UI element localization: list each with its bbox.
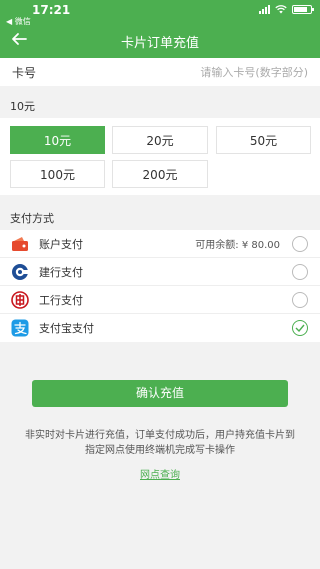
amount-option-20[interactable]: 20元 xyxy=(112,126,208,154)
amount-option-10[interactable]: 10元 xyxy=(10,126,105,154)
pay-method-label: 账户支付 xyxy=(39,237,83,251)
icbc-bank-icon xyxy=(10,290,30,310)
recharge-notice: 非实时对卡片进行充值，订单支付成功后，用户持充值卡片到指定网点使用终端机完成写卡… xyxy=(25,430,295,456)
store-lookup-link[interactable]: 网点查询 xyxy=(0,466,320,481)
top-bar: ◀ 微信 17:21 卡片订单充值 xyxy=(0,0,320,58)
payment-method-title: 支付方式 xyxy=(10,212,54,225)
card-number-label: 卡号 xyxy=(12,65,37,80)
pay-method-icbc[interactable]: 工行支付 xyxy=(0,286,320,314)
amount-option-200[interactable]: 200元 xyxy=(112,160,208,188)
battery-icon xyxy=(292,5,314,14)
amount-option-50[interactable]: 50元 xyxy=(216,126,311,154)
selected-amount-label: 10元 xyxy=(10,100,35,113)
alipay-icon xyxy=(10,318,30,338)
pay-method-alipay[interactable]: 支付宝支付 xyxy=(0,314,320,342)
available-balance: 可用余额: ¥ 80.00 xyxy=(195,240,280,251)
pay-method-account[interactable]: 账户支付 可用余额: ¥ 80.00 xyxy=(0,230,320,258)
radio-unchecked[interactable] xyxy=(292,263,308,280)
amount-option-100[interactable]: 100元 xyxy=(10,160,105,188)
radio-checked[interactable] xyxy=(292,320,308,336)
ccb-bank-icon xyxy=(10,262,30,282)
nav-row: 卡片订单充值 xyxy=(0,26,320,58)
signal-icon xyxy=(259,5,270,14)
check-icon xyxy=(295,324,305,332)
status-time: 17:21 xyxy=(32,3,71,17)
pay-method-label: 建行支付 xyxy=(39,265,83,279)
status-indicators xyxy=(259,5,314,14)
pay-method-label: 工行支付 xyxy=(39,293,83,307)
pay-method-label: 支付宝支付 xyxy=(39,322,94,335)
card-number-input[interactable] xyxy=(72,65,308,79)
confirm-recharge-button[interactable]: 确认充值 xyxy=(32,380,288,407)
amount-options: 10元 20元 50元 100元 200元 xyxy=(0,118,320,195)
wifi-icon xyxy=(275,5,287,14)
pay-method-ccb[interactable]: 建行支付 xyxy=(0,258,320,286)
payment-method-list: 账户支付 可用余额: ¥ 80.00 建行支付 工行支付 支付宝支付 xyxy=(0,230,320,342)
page-title: 卡片订单充值 xyxy=(120,36,199,51)
radio-unchecked[interactable] xyxy=(292,291,308,308)
radio-unchecked[interactable] xyxy=(292,235,308,252)
account-wallet-icon xyxy=(10,234,30,254)
status-bar: ◀ 微信 17:21 xyxy=(0,0,320,26)
card-number-row: 卡号 xyxy=(0,58,320,86)
